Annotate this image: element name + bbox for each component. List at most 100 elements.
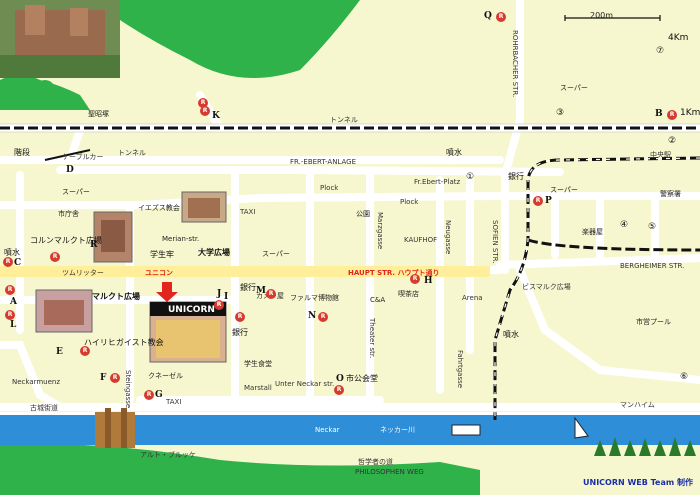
marker-a[interactable]: R — [5, 285, 15, 295]
marstall-label: Marstall — [244, 384, 272, 392]
marzgasse-label: Marzgasse — [376, 212, 384, 250]
cable-car-label: ケーブルカー — [62, 153, 104, 161]
marker-q[interactable]: R — [496, 12, 506, 22]
marker-letter-f: F — [100, 373, 107, 383]
house-1-number: ① — [466, 172, 475, 182]
marker-letter-q: Q — [484, 11, 492, 21]
marker-g[interactable]: R — [144, 390, 154, 400]
fountain-label-2: 噴水 — [503, 330, 519, 339]
bergheimer-label: BERGHEIMER STR. — [620, 262, 685, 270]
marker-n[interactable]: R — [318, 312, 328, 322]
uni-square-label: 大学広場 — [198, 248, 230, 257]
zum-ritter-label: ツムリッター — [62, 269, 104, 277]
marker-b[interactable]: R — [667, 110, 677, 120]
marker-o[interactable]: R — [334, 385, 344, 395]
fr-ebert-platz-label: Fr.Ebert-Platz — [414, 178, 461, 186]
marker-letter-m: M — [256, 286, 266, 296]
castle-gate-label: 聖昭塚 — [88, 110, 109, 118]
swimming-pool-label: 市営プール — [636, 318, 671, 326]
ploeck-label-2: Plock — [400, 198, 419, 206]
bismarck-label: ビスマルク広場 — [522, 283, 571, 291]
marker-letter-g: G — [155, 390, 163, 400]
marker-letter-e: E — [56, 347, 63, 357]
marker-letter-h: H — [424, 276, 433, 286]
mannheim-label: マンハイム — [620, 401, 655, 409]
heiliggeist-label: ハイリヒガイスト教会 — [84, 338, 164, 347]
tea-label: 喫茶店 — [398, 290, 419, 298]
central-station-label: 中央駅 — [650, 151, 671, 159]
tunnel-label-2: トンネル — [118, 149, 146, 157]
super-label-3: スーパー — [560, 84, 588, 92]
house-6-number: ⑥ — [680, 372, 689, 382]
market-hall-label: 市庁舎 — [58, 210, 79, 218]
theaterstr-label: Theater str. — [368, 318, 376, 359]
cna-label: C&A — [370, 296, 386, 304]
marker-r[interactable]: R — [198, 98, 208, 108]
marker-letter-c: C — [14, 258, 22, 268]
marker-letter-p: P — [545, 196, 552, 206]
tunnel-label: トンネル — [330, 116, 358, 124]
ploeck-label: Plock — [320, 184, 339, 192]
marker-p[interactable]: R — [533, 196, 543, 206]
fahrtgasse-label: Fahrtgasse — [456, 350, 464, 389]
marker-d[interactable]: R — [50, 252, 60, 262]
super-label: スーパー — [62, 188, 90, 196]
untere-neckar-label: Unter Neckar str. — [275, 380, 335, 388]
super-label-2: スーパー — [262, 250, 290, 258]
unicorn-shop-label[interactable]: UNICORN — [168, 306, 215, 315]
marker-letter-a: A — [10, 297, 17, 307]
rohrbacher-label: ROHRBACHER STR. — [511, 30, 519, 98]
map-base — [0, 0, 700, 495]
marker-f[interactable]: R — [110, 373, 120, 383]
marker-letter-i: I — [224, 292, 229, 302]
bank-label-2: 銀行 — [232, 328, 248, 337]
unicorn-bar-label: ユニコン — [145, 269, 173, 277]
marker-letter-b: B — [655, 109, 663, 119]
marker-j[interactable]: R — [214, 300, 224, 310]
taxi-label: TAXI — [240, 208, 256, 216]
scale-label: 200m — [590, 11, 614, 20]
marker-letter-r: R — [90, 240, 98, 250]
kaufhof-label: KAUFHOF — [404, 236, 438, 244]
neckar-label: Neckar — [315, 426, 340, 434]
sofien-label: SOFIEN STR. — [491, 220, 499, 264]
marker-c[interactable]: R — [3, 257, 13, 267]
arena-label: Arena — [462, 294, 483, 302]
pharmacy-label: ファルマ博物館 — [290, 294, 339, 302]
marker-m[interactable]: R — [266, 289, 276, 299]
kuhle-label: クネーゼル — [148, 372, 183, 380]
park-label: 公園 — [356, 210, 370, 218]
philosophen-weg-label: PHILOSOPHEN WEG — [355, 468, 424, 476]
bank-label-3: 銀行 — [508, 172, 524, 181]
marker-letter-j: J — [217, 289, 222, 299]
house-2-distance: 1Km — [680, 108, 700, 118]
credit-label: UNICORN WEB Team 制作 — [583, 478, 693, 487]
philosophen-weg-jp-label: 哲学者の道 — [358, 458, 393, 466]
marker-h[interactable]: R — [410, 274, 420, 284]
marker-e[interactable]: R — [80, 346, 90, 356]
bank-label: 銀行 — [240, 283, 256, 292]
house-2-number: ② — [668, 136, 677, 146]
marker-letter-l: L — [10, 320, 17, 330]
marker-letter-n: N — [308, 311, 317, 321]
student-canteen-label: 学生食堂 — [244, 360, 272, 368]
neugasse-label: Neugasse — [444, 220, 452, 255]
house-4-number: ④ — [620, 220, 629, 230]
house-7-distance: 4Km — [668, 33, 689, 43]
merian-label: Merian-str. — [162, 235, 200, 243]
map: トンネル トンネル ケーブルカー FR.-EBERT-ANLAGE Fr.Ebe… — [0, 0, 700, 495]
old-bridge-label: アルト・ブルッケ — [140, 451, 196, 459]
taxi-label-2: TAXI — [166, 398, 182, 406]
city-hall-label: 市公会堂 — [346, 374, 378, 383]
neckarmuenz-label: Neckarmuenz — [12, 378, 61, 386]
marker-i[interactable]: R — [235, 312, 245, 322]
neckar-jp-label: ネッカー川 — [380, 426, 415, 434]
marker-letter-d: D — [66, 165, 74, 175]
old-castle-road-label: 古城街道 — [30, 404, 58, 412]
marker-l[interactable]: R — [5, 310, 15, 320]
marker-letter-o: O — [336, 374, 344, 384]
house-3-number: ③ — [556, 108, 565, 118]
house-5-number: ⑤ — [648, 222, 657, 232]
jesuit-church-label: イエズス教会 — [138, 204, 180, 212]
steingasse-label: Steingasse — [124, 370, 132, 409]
